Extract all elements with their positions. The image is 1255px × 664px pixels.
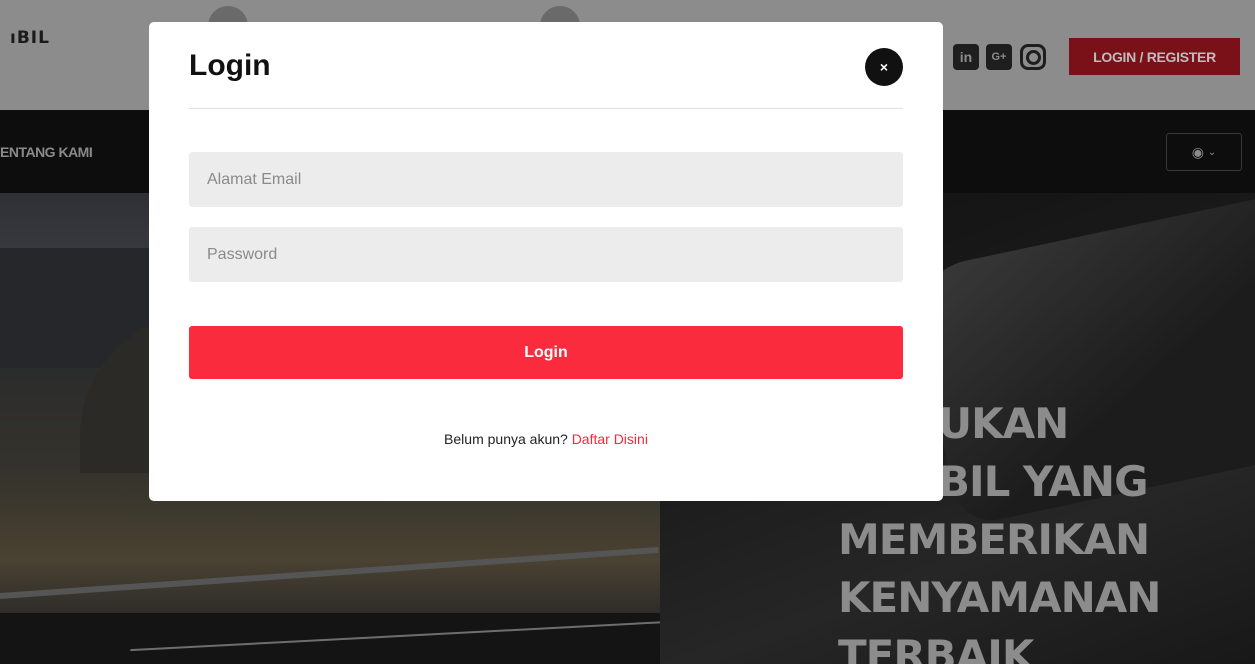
email-field[interactable] (189, 152, 903, 207)
login-modal: Login × Login Belum punya akun? Daftar D… (149, 22, 943, 501)
signup-link[interactable]: Daftar Disini (572, 431, 648, 447)
close-button[interactable]: × (865, 48, 903, 86)
password-field[interactable] (189, 227, 903, 282)
modal-title: Login (189, 49, 271, 82)
signup-prompt: Belum punya akun? Daftar Disini (149, 431, 943, 447)
login-submit-button[interactable]: Login (189, 326, 903, 379)
modal-divider (189, 108, 903, 109)
signup-prompt-text: Belum punya akun? (444, 431, 572, 447)
close-icon: × (879, 59, 889, 75)
